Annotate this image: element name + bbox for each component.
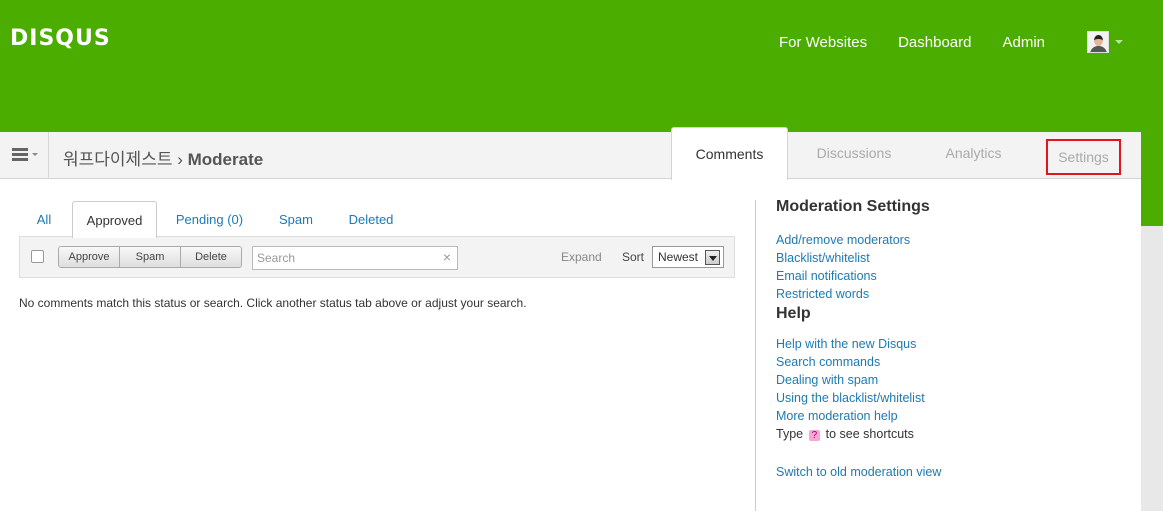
link-add-remove-moderators[interactable]: Add/remove moderators xyxy=(776,231,1126,249)
shortcut-hint: Type ? to see shortcuts xyxy=(776,425,1126,445)
nav-admin[interactable]: Admin xyxy=(1002,34,1045,51)
tab-settings[interactable]: Settings xyxy=(1046,139,1121,175)
search-box: × xyxy=(252,246,458,270)
dropdown-arrow-icon[interactable] xyxy=(705,249,720,265)
tab-discussions[interactable]: Discussions xyxy=(788,127,920,179)
disqus-logo[interactable]: DISQUS xyxy=(10,26,111,51)
tab-analytics[interactable]: Analytics xyxy=(920,127,1027,179)
nav-dashboard[interactable]: Dashboard xyxy=(898,34,971,51)
chevron-down-icon xyxy=(32,153,38,156)
search-input[interactable] xyxy=(253,247,433,269)
help-title: Help xyxy=(776,305,811,322)
breadcrumb-current: Moderate xyxy=(187,150,264,169)
link-more-moderation-help[interactable]: More moderation help xyxy=(776,407,1126,425)
link-search-commands[interactable]: Search commands xyxy=(776,353,1126,371)
link-help-new-disqus[interactable]: Help with the new Disqus xyxy=(776,335,1126,353)
shortcut-prefix: Type xyxy=(776,427,804,441)
moderation-settings-title: Moderation Settings xyxy=(776,198,930,215)
close-icon[interactable]: × xyxy=(443,249,451,265)
tab-approved[interactable]: Approved xyxy=(72,201,157,238)
panel-header: 워프다이제스트 › Moderate Comments Discussions … xyxy=(0,127,1141,180)
empty-state-message: No comments match this status or search.… xyxy=(19,296,527,310)
sort-label: Sort xyxy=(622,250,645,264)
breadcrumb-separator: › xyxy=(177,150,183,169)
delete-button[interactable]: Delete xyxy=(181,247,241,267)
expand-button[interactable]: Expand xyxy=(561,250,602,264)
hamburger-icon[interactable] xyxy=(12,148,28,161)
select-all-checkbox[interactable] xyxy=(31,250,44,263)
tab-deleted[interactable]: Deleted xyxy=(337,201,405,237)
column-divider xyxy=(755,200,756,511)
spam-button[interactable]: Spam xyxy=(120,247,181,267)
tab-comments[interactable]: Comments xyxy=(671,127,788,180)
chevron-down-icon[interactable] xyxy=(1115,40,1123,44)
shortcut-suffix: to see shortcuts xyxy=(825,427,914,441)
breadcrumb-site[interactable]: 워프다이제스트 xyxy=(63,150,172,170)
action-buttons: Approve Spam Delete xyxy=(58,246,242,268)
status-tabs: All Approved Pending (0) Spam Deleted xyxy=(19,201,735,238)
tab-pending[interactable]: Pending (0) xyxy=(167,201,252,237)
link-restricted-words[interactable]: Restricted words xyxy=(776,285,1126,303)
link-email-notifications[interactable]: Email notifications xyxy=(776,267,1126,285)
menu-button[interactable] xyxy=(12,148,38,161)
link-dealing-with-spam[interactable]: Dealing with spam xyxy=(776,371,1126,389)
page-edge xyxy=(1141,226,1163,511)
nav-for-websites[interactable]: For Websites xyxy=(779,34,867,51)
sort-value: Newest xyxy=(658,250,699,264)
sidebar: Moderation Settings Add/remove moderator… xyxy=(776,198,1126,481)
link-using-blacklist-whitelist[interactable]: Using the blacklist/whitelist xyxy=(776,389,1126,407)
sort-select[interactable]: Newest xyxy=(652,246,724,268)
top-nav: For Websites Dashboard Admin xyxy=(779,34,1076,51)
comment-toolbar: Approve Spam Delete × Expand Sort Newest xyxy=(19,236,735,278)
tab-spam[interactable]: Spam xyxy=(265,201,327,237)
link-old-moderation-view[interactable]: Switch to old moderation view xyxy=(776,463,1126,481)
tab-all[interactable]: All xyxy=(19,201,69,237)
link-blacklist-whitelist[interactable]: Blacklist/whitelist xyxy=(776,249,1126,267)
shortcut-key: ? xyxy=(808,430,821,441)
user-menu[interactable] xyxy=(1087,31,1123,53)
moderation-panel: 워프다이제스트 › Moderate Comments Discussions … xyxy=(0,127,1141,511)
approve-button[interactable]: Approve xyxy=(59,247,120,267)
avatar[interactable] xyxy=(1087,31,1109,53)
divider xyxy=(48,132,49,179)
breadcrumb: 워프다이제스트 › Moderate xyxy=(63,145,263,170)
